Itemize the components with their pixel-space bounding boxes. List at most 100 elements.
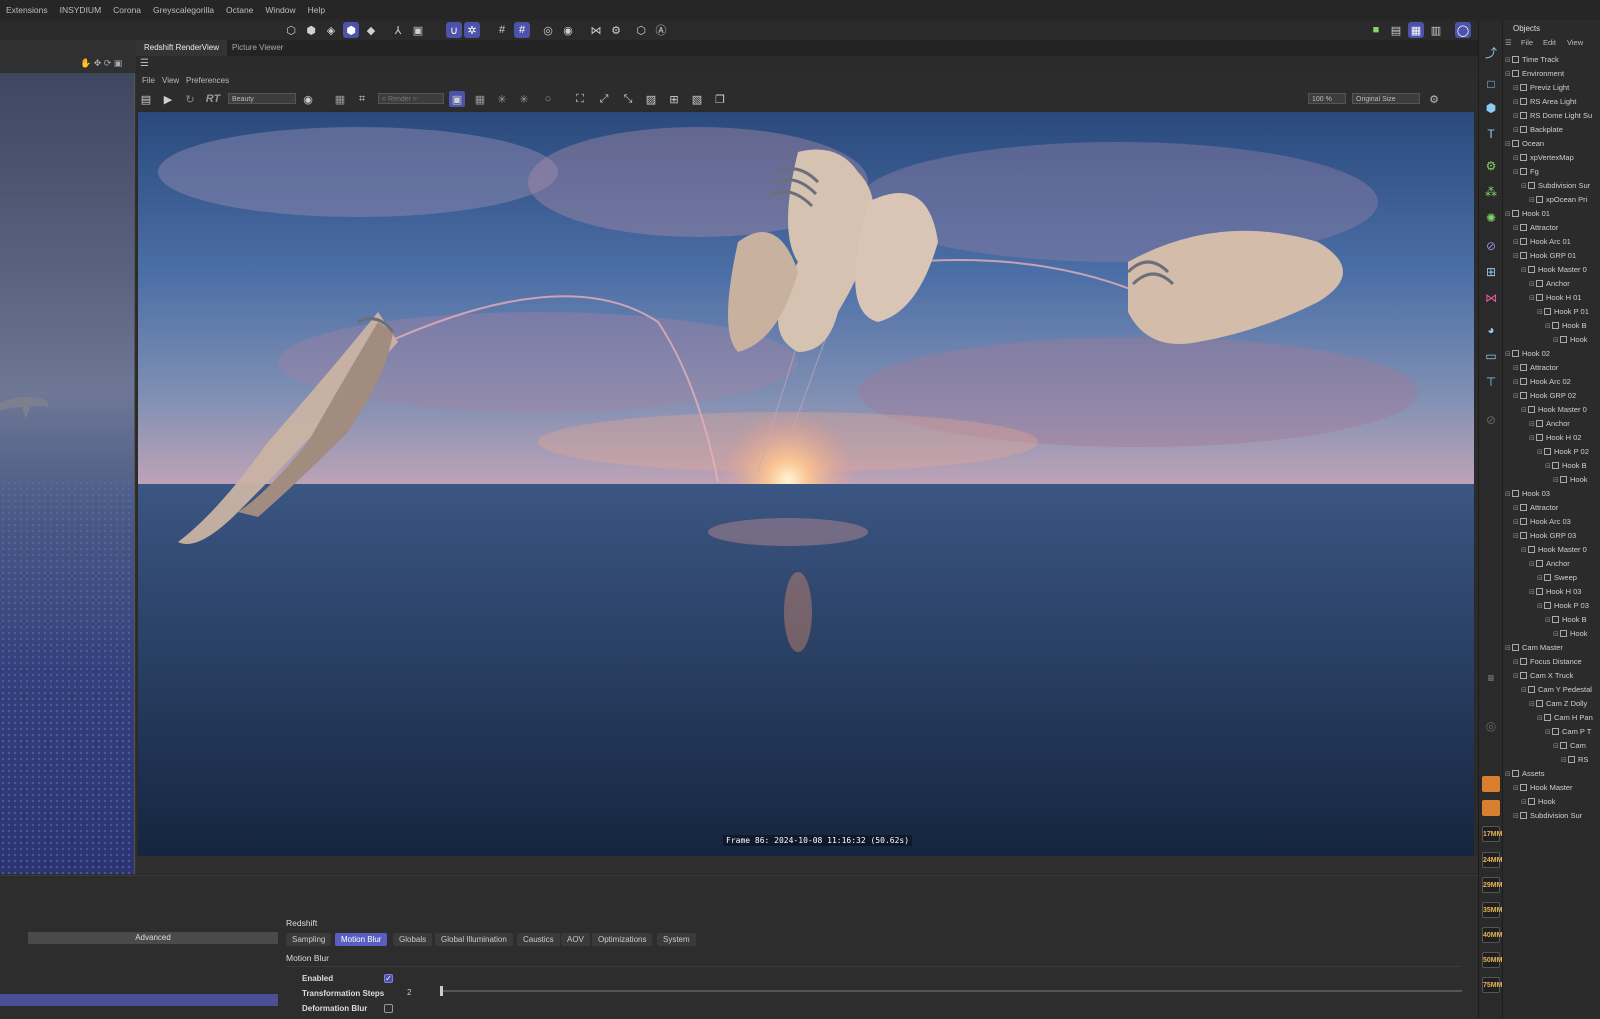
object-tree-item[interactable]: ⊟ Hook GRP 02 xyxy=(1513,389,1576,403)
viewport-solo-icon[interactable]: ◉ xyxy=(560,22,576,38)
expand-icon[interactable]: ⊟ xyxy=(1545,320,1552,334)
effector-icon[interactable]: ✺ xyxy=(1483,210,1499,226)
menu-extensions[interactable]: Extensions xyxy=(0,5,54,15)
tab-optimizations[interactable]: Optimizations xyxy=(592,933,653,946)
object-tree-item[interactable]: ⊟ Hook 03 xyxy=(1505,487,1550,501)
add-icon[interactable]: ⊞ xyxy=(666,91,682,107)
expand-icon[interactable]: ⊟ xyxy=(1545,460,1552,474)
expand-icon[interactable]: ⊟ xyxy=(1521,180,1528,194)
tab-picture-viewer[interactable]: Picture Viewer xyxy=(224,40,291,56)
object-tree-item[interactable]: ⊟ Hook P 03 xyxy=(1537,599,1589,613)
object-tree-item[interactable]: ⊟ Hook Arc 03 xyxy=(1513,515,1571,529)
enabled-checkbox[interactable]: ✓ xyxy=(384,974,393,983)
expand-icon[interactable]: ⊟ xyxy=(1513,124,1520,138)
object-tree-item[interactable]: ⊟ Hook H 03 xyxy=(1529,585,1581,599)
target-icon[interactable]: ◎ xyxy=(1483,718,1499,734)
expand-icon[interactable]: ⊟ xyxy=(1513,670,1520,684)
tab-system[interactable]: System xyxy=(657,933,696,946)
expand-icon[interactable]: ⊟ xyxy=(1537,572,1544,586)
object-tree-item[interactable]: ⊟ Environment xyxy=(1505,67,1564,81)
generator-icon[interactable]: ⚙ xyxy=(1483,158,1499,174)
expand-icon[interactable]: ⊟ xyxy=(1553,474,1560,488)
object-tree-item[interactable]: ⊟ Attractor xyxy=(1513,221,1558,235)
object-tree-item[interactable]: ⊟ Hook H 01 xyxy=(1529,291,1581,305)
object-tree-item[interactable]: ⊟ Cam xyxy=(1553,739,1586,753)
fit-icon[interactable]: ⤢ xyxy=(596,91,612,107)
brush-icon[interactable]: ⊘ xyxy=(1483,412,1499,428)
render-image[interactable] xyxy=(138,112,1474,856)
menu-octane[interactable]: Octane xyxy=(220,5,259,15)
selected-row-bar[interactable] xyxy=(0,994,278,1006)
object-tree-item[interactable]: ⊟ Cam Z Dolly xyxy=(1529,697,1587,711)
menu-insydium[interactable]: INSYDIUM xyxy=(54,5,108,15)
expand-icon[interactable]: ⊟ xyxy=(1505,68,1512,82)
snap-icon[interactable]: ∪ xyxy=(446,22,462,38)
settings-icon[interactable]: ⚙ xyxy=(608,22,624,38)
expand-icon[interactable]: ⊟ xyxy=(1513,516,1520,530)
object-tree-item[interactable]: ⊟ RS Area Light xyxy=(1513,95,1576,109)
crop-icon[interactable]: ⌗ xyxy=(354,91,370,107)
camera-view2-icon[interactable] xyxy=(1482,800,1500,816)
expand-icon[interactable]: ⊟ xyxy=(1513,362,1520,376)
tab-motion-blur[interactable]: Motion Blur xyxy=(335,933,388,946)
refresh-icon[interactable]: ↻ xyxy=(182,91,198,107)
expand-icon[interactable]: ⊟ xyxy=(1513,166,1520,180)
snowflake2-icon[interactable]: ✳ xyxy=(516,91,532,107)
object-tree-item[interactable]: ⊟ Attractor xyxy=(1513,361,1558,375)
tab-sampling[interactable]: Sampling xyxy=(286,933,332,946)
slider-knob[interactable] xyxy=(440,986,443,996)
transformation-steps-slider[interactable] xyxy=(440,990,1462,992)
object-tree-item[interactable]: ⊟ Hook B xyxy=(1545,459,1587,473)
octane-icon[interactable]: ⬡ xyxy=(633,22,649,38)
symmetry-icon[interactable]: ⋈ xyxy=(588,22,604,38)
lens-75mm[interactable]: 75MM xyxy=(1482,977,1502,993)
expand-icon[interactable]: ⊟ xyxy=(1513,656,1520,670)
tab-global-illumination[interactable]: Global Illumination xyxy=(435,933,513,946)
focus-icon[interactable]: ⛶ xyxy=(572,91,588,107)
expand-icon[interactable]: ⊟ xyxy=(1537,600,1544,614)
deformation-blur-checkbox[interactable] xyxy=(384,1004,393,1013)
tab-redshift-renderview[interactable]: Redshift RenderView xyxy=(136,40,228,56)
expand-icon[interactable]: ⊟ xyxy=(1505,768,1512,782)
render-region-icon[interactable]: Ⓐ xyxy=(653,22,669,38)
expand-icon[interactable]: ⊟ xyxy=(1505,642,1512,656)
region-icon[interactable]: ▣ xyxy=(449,91,465,107)
axis-icon[interactable]: ⅄ xyxy=(390,22,406,38)
objects-menu-file[interactable]: File xyxy=(1521,38,1533,47)
expand-icon[interactable]: ⊟ xyxy=(1513,390,1520,404)
expand-icon[interactable]: ⊟ xyxy=(1521,264,1528,278)
rgb-channel-icon[interactable]: ◉ xyxy=(300,91,316,107)
clapper-icon[interactable]: ▤ xyxy=(1388,22,1404,38)
object-tree-item[interactable]: ⊟ Assets xyxy=(1505,767,1545,781)
expand-icon[interactable]: ⊟ xyxy=(1545,614,1552,628)
objects-menu-view[interactable]: View xyxy=(1567,38,1583,47)
grid-snap-icon[interactable]: # xyxy=(514,22,530,38)
lens-24mm[interactable]: 24MM xyxy=(1482,852,1502,868)
expand-icon[interactable]: ⊟ xyxy=(1513,96,1520,110)
object-tree-item[interactable]: ⊟ Hook B xyxy=(1545,613,1587,627)
object-tree-item[interactable]: ⊟ Hook Master 0 xyxy=(1521,403,1587,417)
image-icon[interactable]: ▨ xyxy=(643,91,659,107)
snapshot-icon[interactable]: ▧ xyxy=(689,91,705,107)
rv-menu-file[interactable]: File xyxy=(142,76,155,85)
object-tree-item[interactable]: ⊟ Hook P 01 xyxy=(1537,305,1589,319)
menu-corona[interactable]: Corona xyxy=(107,5,147,15)
lens-40mm[interactable]: 40MM xyxy=(1482,927,1502,943)
object-tree-item[interactable]: ⊟ Cam Master xyxy=(1505,641,1563,655)
tiles-icon[interactable]: ▦ xyxy=(472,91,488,107)
object-tree-item[interactable]: ⊟ Hook Arc 02 xyxy=(1513,375,1571,389)
expand-icon[interactable]: ⊟ xyxy=(1513,530,1520,544)
spline-icon[interactable]: ⋈ xyxy=(1483,290,1499,306)
expand-icon[interactable]: ⊟ xyxy=(1529,698,1536,712)
expand-icon[interactable]: ⊟ xyxy=(1545,726,1552,740)
expand-icon[interactable]: ⊟ xyxy=(1561,754,1568,768)
object-tree-item[interactable]: ⊟ Focus Distance xyxy=(1513,655,1582,669)
light-icon[interactable]: ⊤ xyxy=(1483,374,1499,390)
objects-menu-edit[interactable]: Edit xyxy=(1543,38,1556,47)
hierarchy-icon[interactable]: ⤴ xyxy=(1483,44,1499,60)
expand-icon[interactable]: ⊟ xyxy=(1521,404,1528,418)
edge-icon[interactable]: ⬢ xyxy=(343,22,359,38)
object-tree-item[interactable]: ⊟ Cam X Truck xyxy=(1513,669,1573,683)
clapper-icon[interactable]: ▤ xyxy=(138,91,154,107)
expand-icon[interactable]: ⊟ xyxy=(1537,306,1544,320)
